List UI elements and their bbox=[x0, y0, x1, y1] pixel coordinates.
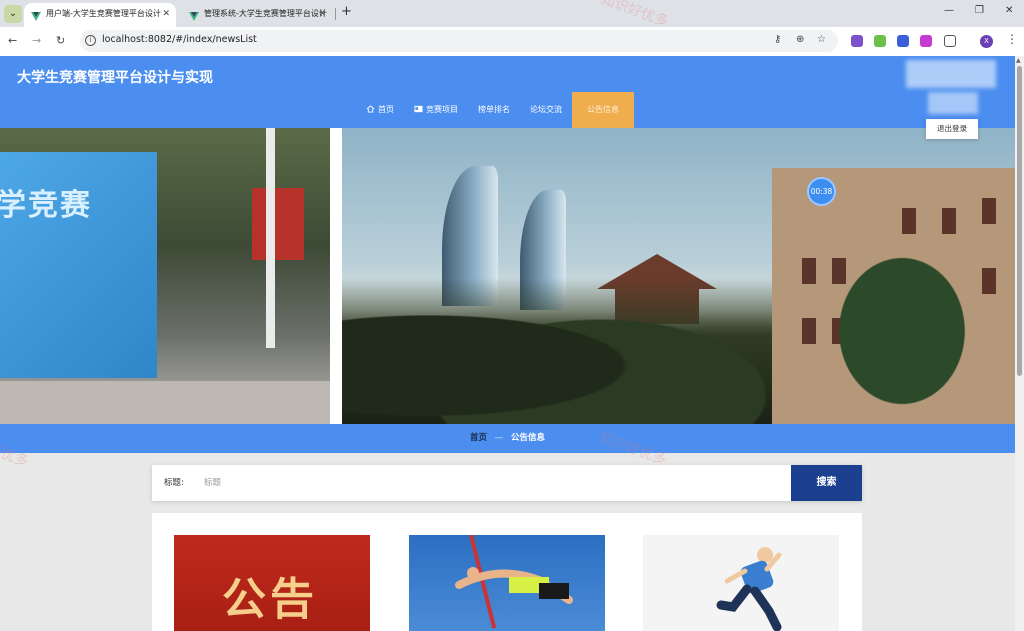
zoom-icon[interactable]: ⊕ bbox=[796, 34, 804, 45]
page-scrollbar[interactable]: ▲ bbox=[1015, 56, 1024, 631]
search-bar: 标题: 搜索 bbox=[152, 465, 862, 501]
scrollbar-thumb[interactable] bbox=[1017, 66, 1022, 376]
info-icon[interactable]: i bbox=[85, 35, 96, 46]
red-sign bbox=[252, 188, 304, 260]
banner-slide-previous[interactable]: 学竞赛 bbox=[0, 128, 330, 424]
site-title: 大学生竞赛管理平台设计与实现 bbox=[17, 70, 213, 86]
home-icon bbox=[366, 93, 375, 113]
tab-search-button[interactable]: ⌄ bbox=[4, 5, 22, 23]
address-bar[interactable]: i localhost:8082/#/index/newsList ⚷ ⊕ ☆ bbox=[80, 30, 838, 52]
nav-label: 论坛交流 bbox=[530, 105, 562, 114]
user-avatar-blurred[interactable] bbox=[906, 60, 996, 88]
kebab-icon[interactable]: ⋮ bbox=[1006, 32, 1018, 46]
back-icon[interactable]: ← bbox=[8, 34, 17, 47]
tab-close-icon[interactable]: ✕ bbox=[162, 3, 170, 25]
id-card-icon bbox=[414, 93, 423, 113]
tab-close-icon[interactable]: ✕ bbox=[318, 3, 326, 25]
board-text: 学竞赛 bbox=[0, 188, 92, 223]
nav-label: 公告信息 bbox=[587, 105, 619, 114]
restore-button[interactable]: ❐ bbox=[975, 5, 984, 16]
nav-forum[interactable]: 论坛交流 bbox=[520, 92, 572, 128]
palm-trees bbox=[342, 278, 772, 424]
banner-carousel[interactable]: 学竞赛 bbox=[0, 128, 1015, 424]
browser-tab-strip: ⌄ 用户端-大学生竞赛管理平台设计 ✕ 管理系统-大学生竞赛管理平台设计 ✕ +… bbox=[0, 0, 1024, 27]
nav-home[interactable]: 首页 bbox=[356, 92, 404, 128]
star-icon[interactable]: ☆ bbox=[817, 34, 826, 45]
username-blurred[interactable] bbox=[928, 92, 978, 114]
lamp-pole bbox=[266, 128, 275, 348]
news-card[interactable] bbox=[643, 535, 839, 631]
timer-badge[interactable]: 00:38 bbox=[807, 177, 836, 206]
notice-image-text: 公告 bbox=[222, 574, 318, 625]
tab-user-portal[interactable]: 用户端-大学生竞赛管理平台设计 ✕ bbox=[24, 3, 176, 27]
scroll-up-arrow-icon[interactable]: ▲ bbox=[1016, 57, 1021, 64]
profile-icon[interactable]: X bbox=[980, 35, 993, 48]
browser-toolbar: ← → ↻ i localhost:8082/#/index/newsList … bbox=[0, 27, 1024, 56]
tab-title: 管理系统-大学生竞赛管理平台设计 bbox=[204, 9, 327, 18]
extension-scissors-icon[interactable] bbox=[851, 35, 863, 47]
high-jumper-illustration bbox=[455, 567, 573, 604]
main-nav: 首页 竞赛项目 榜单排名 论坛交流 公告信息 bbox=[356, 92, 634, 128]
nav-label: 首页 bbox=[378, 105, 394, 114]
search-label: 标题: bbox=[164, 478, 184, 488]
breadcrumb-current: 公告信息 bbox=[510, 433, 545, 443]
url-text[interactable]: localhost:8082/#/index/newsList bbox=[102, 34, 257, 45]
news-list: 公告 bbox=[152, 513, 862, 631]
news-card[interactable]: 公告 bbox=[174, 535, 370, 631]
key-icon[interactable]: ⚷ bbox=[774, 34, 781, 45]
breadcrumb-home[interactable]: 首页 bbox=[470, 433, 487, 443]
extension-leaf-icon[interactable] bbox=[874, 35, 886, 47]
breadcrumb: 首页 — 公告信息 bbox=[0, 424, 1015, 453]
search-button[interactable]: 搜索 bbox=[791, 465, 862, 501]
ground bbox=[0, 381, 330, 424]
nav-rankings[interactable]: 榜单排名 bbox=[468, 92, 520, 128]
banner-slide-current[interactable] bbox=[342, 128, 1015, 424]
forward-icon[interactable]: → bbox=[32, 34, 41, 47]
nav-label: 竞赛项目 bbox=[426, 105, 458, 114]
nav-label: 榜单排名 bbox=[478, 105, 510, 114]
vue-favicon-icon bbox=[31, 9, 41, 21]
breadcrumb-separator: — bbox=[494, 433, 504, 443]
tree bbox=[822, 238, 982, 424]
extension-cut-icon[interactable] bbox=[897, 35, 909, 47]
news-card[interactable] bbox=[409, 535, 605, 631]
minimize-button[interactable]: — bbox=[944, 5, 954, 16]
tab-title: 用户端-大学生竞赛管理平台设计 bbox=[46, 9, 161, 18]
reload-icon[interactable]: ↻ bbox=[56, 34, 65, 47]
title-search-input[interactable] bbox=[204, 471, 784, 495]
nav-competitions[interactable]: 竞赛项目 bbox=[404, 92, 468, 128]
runner-illustration bbox=[716, 547, 782, 631]
extension-download-icon[interactable] bbox=[920, 35, 932, 47]
nav-announcements[interactable]: 公告信息 bbox=[572, 92, 634, 128]
close-window-button[interactable]: ✕ bbox=[1005, 5, 1013, 16]
tab-admin-system[interactable]: 管理系统-大学生竞赛管理平台设计 ✕ bbox=[182, 3, 332, 27]
puzzle-icon[interactable] bbox=[944, 35, 956, 47]
tab-separator bbox=[335, 8, 336, 20]
new-tab-button[interactable]: + bbox=[341, 4, 352, 19]
logout-button[interactable]: 退出登录 bbox=[926, 119, 978, 139]
vue-favicon-icon bbox=[189, 9, 199, 21]
site-header: 大学生竞赛管理平台设计与实现 退出登录 首页 竞赛项目 榜单排名 论坛交流 公告… bbox=[0, 56, 1015, 139]
